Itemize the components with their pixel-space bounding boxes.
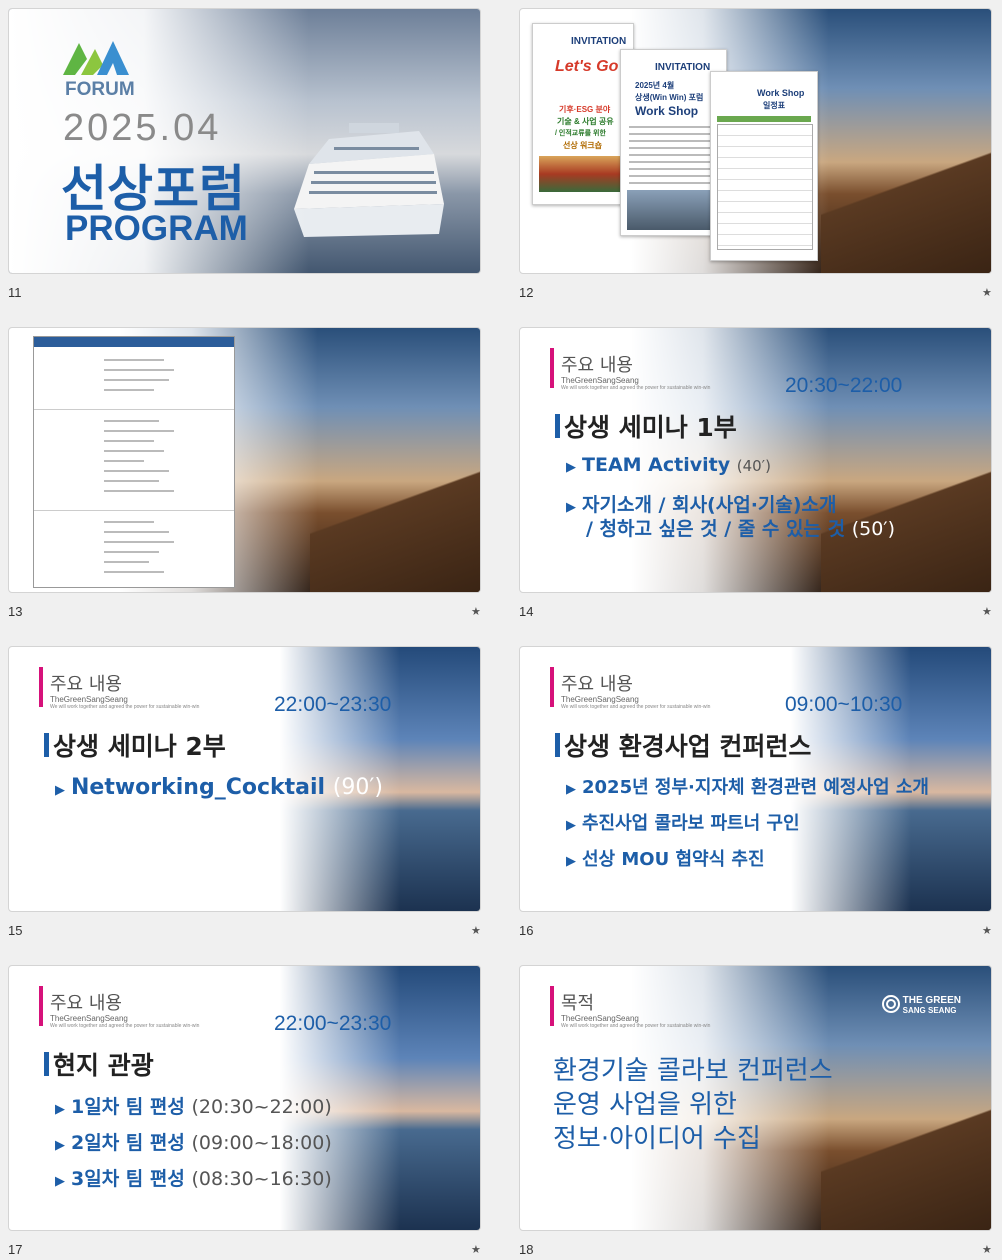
slide-number: 16 (519, 923, 534, 938)
forum-logo-icon (63, 41, 129, 75)
slide-thumbnail-14[interactable]: 주요 내용 TheGreenSangSeang We will work tog… (519, 327, 992, 593)
brand-tagline: We will work together and agreed the pow… (561, 704, 711, 710)
agenda-item: ▶ TEAM Activity (40′) (566, 454, 771, 476)
agenda-item: ▶ 자기소개 / 회사(사업·기술)소개 (566, 494, 837, 516)
agenda-item: ▶ 2일차 팀 편성 (09:00~18:00) (55, 1132, 332, 1154)
slide-transition-icon: ★ (471, 924, 481, 937)
slide-thumbnail-11[interactable]: FORUM 2025.04 선상포럼 PROGRAM (8, 8, 481, 274)
slide-header: 주요 내용 (561, 674, 633, 695)
slide-number: 15 (8, 923, 23, 938)
slide-thumbnail-13[interactable] (8, 327, 481, 593)
brand-subtitle: TheGreenSangSeang (561, 376, 639, 385)
table-row (34, 410, 234, 511)
deck-floor (310, 452, 480, 592)
cruise-ship-image (294, 123, 444, 237)
agenda-item: ▶ 1일차 팀 편성 (20:30~22:00) (55, 1096, 332, 1118)
agenda-item: ▶ 3일차 팀 편성 (08:30~16:30) (55, 1168, 332, 1190)
purpose-line-1: 환경기술 콜라보 컨퍼런스 (553, 1056, 833, 1086)
document-text-lines (629, 126, 717, 186)
slide-header: 주요 내용 (561, 355, 633, 376)
invitation-document-1: INVITATION Let's Go 기후·ESG 분야 기술 & 사업 공유… (532, 23, 634, 205)
slide-number: 18 (519, 1242, 534, 1257)
slide-thumbnail-15[interactable]: 주요 내용 TheGreenSangSeang We will work tog… (8, 646, 481, 912)
time-range: 22:00~23:30 (274, 1012, 392, 1035)
agenda-item: ▶ Networking_Cocktail (90′) (55, 775, 383, 800)
slide-year: 2025.04 (63, 107, 222, 149)
sea-image (627, 190, 719, 230)
slide-transition-icon: ★ (982, 605, 992, 618)
time-range: 22:00~23:30 (274, 693, 392, 716)
schedule-grid (717, 116, 811, 122)
slide-number: 17 (8, 1242, 23, 1257)
workshop-schedule-document: Work Shop 일정표 (710, 71, 818, 261)
table-header (34, 337, 234, 347)
slide-transition-icon: ★ (982, 1243, 992, 1256)
brand-subtitle: TheGreenSangSeang (561, 1014, 639, 1023)
forum-logo-text: FORUM (65, 79, 135, 100)
section-title: 상생 세미나 2부 (44, 727, 226, 763)
brand-subtitle: TheGreenSangSeang (561, 695, 639, 704)
deck-floor (821, 133, 991, 273)
purpose-line-3: 정보·아이디어 수집 (553, 1124, 761, 1154)
slide-transition-icon: ★ (471, 605, 481, 618)
slide-thumbnail-18[interactable]: 목적 TheGreenSangSeang We will work togeth… (519, 965, 992, 1231)
slide-number: 13 (8, 604, 23, 619)
header-accent-bar (39, 986, 43, 1026)
header-accent-bar (39, 667, 43, 707)
section-title: 상생 세미나 1부 (555, 408, 737, 444)
table-row (34, 347, 234, 410)
slide-number: 14 (519, 604, 534, 619)
slide-header: 주요 내용 (50, 674, 122, 695)
brand-logo-text: THE GREEN SANG SEANG (902, 995, 961, 1016)
header-accent-bar (550, 667, 554, 707)
section-title: 상생 환경사업 컨퍼런스 (554, 727, 811, 763)
slide-transition-icon: ★ (982, 286, 992, 299)
brand-tagline: We will work together and agreed the pow… (561, 385, 711, 391)
slide-transition-icon: ★ (471, 1243, 481, 1256)
slide-thumbnail-16[interactable]: 주요 내용 TheGreenSangSeang We will work tog… (519, 646, 992, 912)
agenda-item-continued: / 청하고 싶은 것 / 줄 수 있는 것 (50′) (586, 518, 896, 540)
brand-tagline: We will work together and agreed the pow… (50, 1023, 200, 1029)
header-accent-bar (550, 348, 554, 388)
time-range: 09:00~10:30 (785, 693, 903, 716)
deck-floor (821, 1090, 991, 1230)
slide-thumbnail-12[interactable]: INVITATION Let's Go 기후·ESG 분야 기술 & 사업 공유… (519, 8, 992, 274)
purpose-line-2: 운영 사업을 위한 (553, 1090, 737, 1120)
slide-number: 11 (8, 285, 22, 300)
agenda-item: ▶ 추진사업 콜라보 파트너 구인 (566, 813, 800, 834)
slide-header: 목적 (561, 993, 595, 1014)
slide-header: 주요 내용 (50, 993, 122, 1014)
slide-number: 12 (519, 285, 534, 300)
brand-subtitle: TheGreenSangSeang (50, 695, 128, 704)
slide-thumbnail-17[interactable]: 주요 내용 TheGreenSangSeang We will work tog… (8, 965, 481, 1231)
brand-logo-icon (882, 995, 900, 1013)
header-accent-bar (550, 986, 554, 1026)
brand-tagline: We will work together and agreed the pow… (561, 1023, 711, 1029)
itinerary-table (33, 336, 235, 588)
temple-image (539, 156, 627, 192)
time-range: 20:30~22:00 (785, 374, 903, 397)
agenda-item: ▶ 2025년 정부·지자체 환경관련 예정사업 소개 (566, 777, 929, 798)
slide-transition-icon: ★ (982, 924, 992, 937)
slide-subtitle: PROGRAM (65, 209, 248, 248)
agenda-item: ▶ 선상 MOU 협약식 추진 (566, 849, 765, 870)
brand-subtitle: TheGreenSangSeang (50, 1014, 128, 1023)
brand-tagline: We will work together and agreed the pow… (50, 704, 200, 710)
section-title: 현지 관광 (44, 1046, 154, 1082)
table-row (34, 511, 234, 587)
